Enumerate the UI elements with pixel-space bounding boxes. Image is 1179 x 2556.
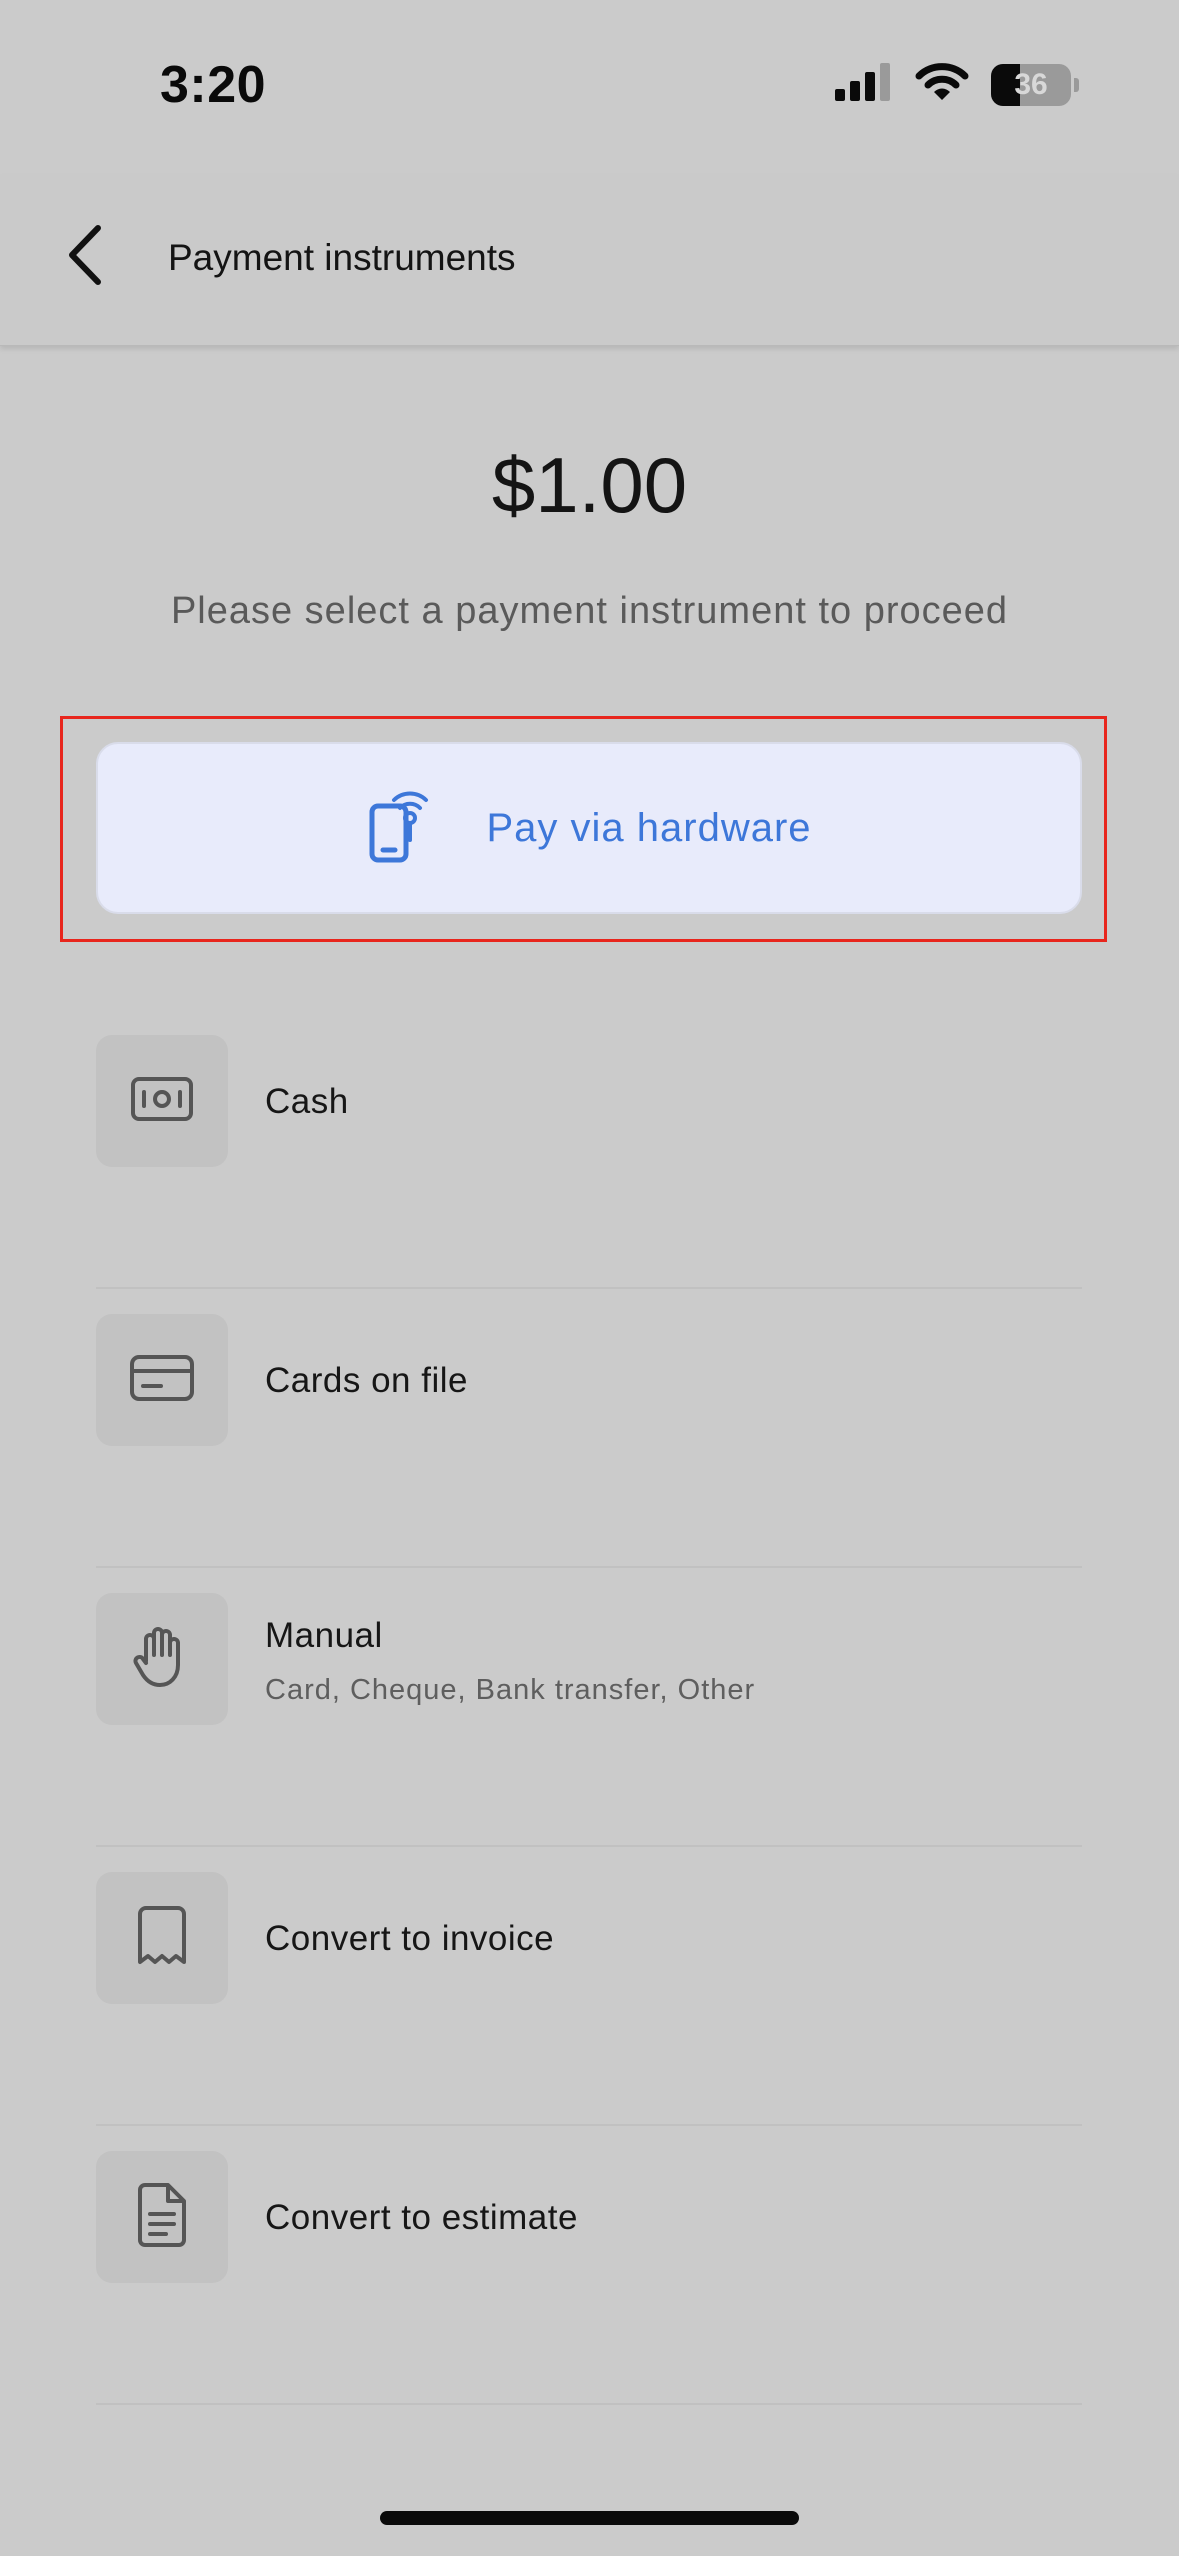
- app-header: Payment instruments: [0, 175, 1179, 346]
- hand-icon: [132, 1625, 192, 1694]
- chevron-left-icon: [65, 224, 105, 291]
- option-icon-tile: [96, 1593, 228, 1725]
- status-icons: 36: [835, 62, 1079, 107]
- option-label: Cards on file: [265, 1361, 468, 1400]
- option-icon-tile: [96, 1872, 228, 2004]
- battery-level: 36: [1014, 67, 1048, 101]
- option-label: Convert to estimate: [265, 2198, 578, 2237]
- payment-options-list: Cash Cards on file Manual Card, Cheque, …: [96, 1010, 1082, 2405]
- phone-contactless-icon: [366, 788, 436, 869]
- option-label: Convert to invoice: [265, 1919, 555, 1958]
- battery-indicator: 36: [991, 63, 1071, 106]
- option-convert-to-invoice[interactable]: Convert to invoice: [96, 1847, 1082, 2126]
- pay-via-hardware-button[interactable]: Pay via hardware: [96, 742, 1082, 914]
- instruction-text: Please select a payment instrument to pr…: [170, 590, 1009, 632]
- option-label: Cash: [265, 1082, 349, 1121]
- battery-nub: [1074, 77, 1079, 92]
- option-icon-tile: [96, 1314, 228, 1446]
- pay-via-hardware-label: Pay via hardware: [486, 805, 812, 850]
- home-indicator[interactable]: [380, 2511, 799, 2525]
- cellular-signal-icon: [835, 63, 893, 106]
- option-icon-tile: [96, 1035, 228, 1167]
- back-button[interactable]: [50, 217, 120, 297]
- wifi-icon: [915, 62, 969, 107]
- status-time: 3:20: [160, 56, 267, 114]
- option-icon-tile: [96, 2151, 228, 2283]
- cash-icon: [130, 1076, 194, 1127]
- page-title: Payment instruments: [168, 237, 516, 278]
- status-bar: 3:20 36: [0, 0, 1179, 175]
- option-convert-to-estimate[interactable]: Convert to estimate: [96, 2126, 1082, 2405]
- option-label: Manual: [265, 1616, 383, 1655]
- option-cash[interactable]: Cash: [96, 1010, 1082, 1289]
- option-manual[interactable]: Manual Card, Cheque, Bank transfer, Othe…: [96, 1568, 1082, 1847]
- credit-card-icon: [129, 1354, 195, 1407]
- receipt-icon: [134, 1904, 190, 1973]
- document-icon: [134, 2182, 190, 2253]
- payment-amount: $1.00: [491, 441, 688, 529]
- option-cards-on-file[interactable]: Cards on file: [96, 1289, 1082, 1568]
- option-sublabel: Card, Cheque, Bank transfer, Other: [265, 1674, 756, 1706]
